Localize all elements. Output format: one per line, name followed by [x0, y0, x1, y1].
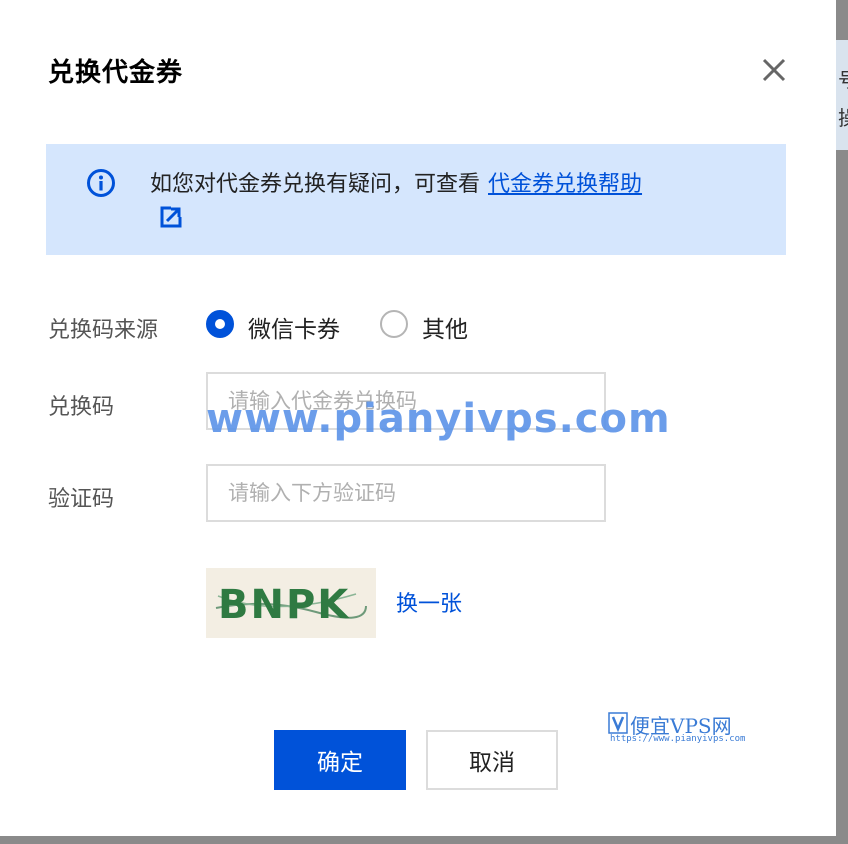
background-page-strip [836, 40, 848, 150]
verify-code-input[interactable] [206, 464, 606, 522]
refresh-captcha-link[interactable]: 换一张 [396, 586, 462, 618]
site-watermark: www.pianyivps.com [206, 396, 671, 442]
captcha-text: BNPK [218, 582, 350, 628]
code-label: 兑换码 [48, 395, 115, 420]
logo-url: https://www.pianyivps.com [610, 734, 746, 744]
source-label: 兑换码来源 [48, 318, 159, 343]
info-notice: 如您对代金券兑换有疑问，可查看 代金券兑换帮助 [46, 144, 786, 255]
dialog-title: 兑换代金券 [48, 58, 184, 88]
radio-wechat-card[interactable] [206, 310, 234, 338]
cancel-button[interactable]: 取消 [426, 730, 558, 790]
verify-label: 验证码 [48, 487, 115, 512]
background-bottom-edge [0, 836, 848, 844]
background-edge-text: 操 [838, 102, 848, 131]
notice-text: 如您对代金券兑换有疑问，可查看 代金券兑换帮助 [150, 166, 642, 198]
confirm-button[interactable]: 确定 [274, 730, 406, 790]
radio-other[interactable] [380, 310, 408, 338]
logo-mark-icon [608, 712, 628, 734]
close-icon [762, 58, 786, 82]
voucher-help-link[interactable]: 代金券兑换帮助 [488, 172, 642, 197]
close-button[interactable] [756, 52, 792, 88]
notice-message: 如您对代金券兑换有疑问，可查看 [150, 172, 481, 197]
info-icon [87, 169, 115, 197]
captcha-graphic: BNPK [215, 582, 367, 628]
external-link-icon[interactable] [160, 206, 182, 228]
captcha-image: BNPK [206, 568, 376, 638]
radio-wechat-card-label[interactable]: 微信卡券 [248, 310, 340, 344]
background-edge-text: 号 [838, 64, 848, 93]
radio-other-label[interactable]: 其他 [422, 310, 468, 344]
